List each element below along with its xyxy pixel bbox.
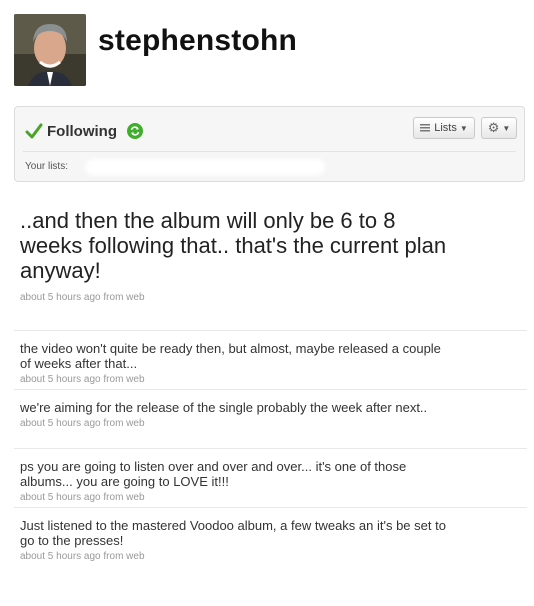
list-item: Just listened to the mastered Voodoo alb… <box>14 507 527 566</box>
tweet-meta[interactable]: about 5 hours ago from web <box>20 492 521 503</box>
gear-icon: ⚙ <box>487 120 500 135</box>
tweet-meta[interactable]: about 5 hours ago from web <box>20 374 521 385</box>
redacted-lists-area <box>85 159 325 175</box>
tweet-meta[interactable]: about 5 hours ago from web <box>20 418 521 429</box>
tweet-text: Just listened to the mastered Voodoo alb… <box>20 518 446 548</box>
tweet-meta[interactable]: about 5 hours ago from web <box>20 551 521 562</box>
following-status[interactable]: Following <box>25 119 143 143</box>
profile-header: stephenstohn <box>14 14 524 86</box>
gear-menu-button[interactable]: ⚙ ▼ <box>481 117 517 139</box>
featured-tweet-text: ..and then the album will only be 6 to 8… <box>20 208 447 283</box>
follow-panel: Following Lists ▼ ⚙ ▼ Your lists: <box>14 106 525 182</box>
following-label: Following <box>47 122 117 140</box>
list-item: the video won't quite be ready then, but… <box>14 330 527 389</box>
tweet-text: we're aiming for the release of the sing… <box>20 400 428 415</box>
profile-username: stephenstohn <box>98 24 298 57</box>
avatar[interactable] <box>14 14 86 86</box>
retweet-icon[interactable] <box>126 123 143 139</box>
tweet-list: the video won't quite be ready then, but… <box>14 330 527 566</box>
tweet-text: ps you are going to listen over and over… <box>20 459 407 489</box>
lists-button-label: Lists <box>434 122 457 134</box>
list-item: ps you are going to listen over and over… <box>14 448 527 507</box>
your-lists-label: Your lists: <box>25 161 68 172</box>
divider <box>23 151 516 152</box>
list-icon <box>420 124 431 132</box>
chevron-down-icon: ▼ <box>502 123 511 133</box>
lists-button[interactable]: Lists ▼ <box>413 117 475 139</box>
list-item: we're aiming for the release of the sing… <box>14 389 527 448</box>
check-icon <box>25 123 43 139</box>
featured-tweet-meta[interactable]: about 5 hours ago from web <box>20 292 145 303</box>
tweet-text: the video won't quite be ready then, but… <box>20 341 441 371</box>
chevron-down-icon: ▼ <box>459 123 468 133</box>
